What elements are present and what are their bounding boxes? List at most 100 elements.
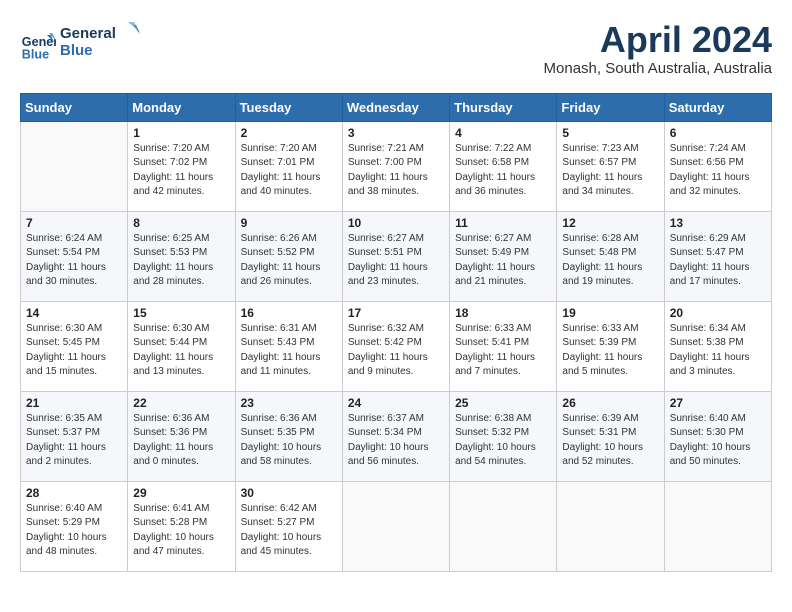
calendar-cell: 10 Sunrise: 6:27 AMSunset: 5:51 PMDayligh… <box>342 211 449 301</box>
calendar-week-row: 14 Sunrise: 6:30 AMSunset: 5:45 PMDayligh… <box>21 301 772 391</box>
location-subtitle: Monash, South Australia, Australia <box>544 60 772 77</box>
day-info: Sunrise: 6:30 AMSunset: 5:45 PMDaylight:… <box>26 322 122 380</box>
calendar-cell <box>450 481 557 571</box>
day-number: 16 <box>241 306 337 320</box>
day-header-tuesday: Tuesday <box>235 93 342 121</box>
day-number: 15 <box>133 306 229 320</box>
calendar-cell: 5Sunrise: 7:23 AMSunset: 6:57 PMDaylight… <box>557 121 664 211</box>
day-header-thursday: Thursday <box>450 93 557 121</box>
day-info: Sunrise: 6:41 AMSunset: 5:28 PMDaylight:… <box>133 502 229 560</box>
calendar-cell: 16 Sunrise: 6:31 AMSunset: 5:43 PMDayligh… <box>235 301 342 391</box>
day-info: Sunrise: 6:29 AMSunset: 5:47 PMDaylight:… <box>670 232 766 290</box>
day-number: 7 <box>26 216 122 230</box>
day-info: Sunrise: 6:37 AMSunset: 5:34 PMDaylight:… <box>348 412 444 470</box>
day-info: Sunrise: 6:33 AMSunset: 5:41 PMDaylight:… <box>455 322 551 380</box>
calendar-cell: 12 Sunrise: 6:28 AMSunset: 5:48 PMDayligh… <box>557 211 664 301</box>
calendar-cell: 2 Sunrise: 7:20 AMSunset: 7:01 PMDaylight… <box>235 121 342 211</box>
calendar-cell: 19 Sunrise: 6:33 AMSunset: 5:39 PMDayligh… <box>557 301 664 391</box>
day-info: Sunrise: 6:38 AMSunset: 5:32 PMDaylight:… <box>455 412 551 470</box>
calendar-cell: 15 Sunrise: 6:30 AMSunset: 5:44 PMDayligh… <box>128 301 235 391</box>
calendar-cell <box>557 481 664 571</box>
day-number: 13 <box>670 216 766 230</box>
day-number: 23 <box>241 396 337 410</box>
day-number: 17 <box>348 306 444 320</box>
day-number: 8 <box>133 216 229 230</box>
day-number: 21 <box>26 396 122 410</box>
day-info: Sunrise: 6:28 AMSunset: 5:48 PMDaylight:… <box>562 232 658 290</box>
day-info: Sunrise: 6:39 AMSunset: 5:31 PMDaylight:… <box>562 412 658 470</box>
day-info: Sunrise: 6:30 AMSunset: 5:44 PMDaylight:… <box>133 322 229 380</box>
day-number: 26 <box>562 396 658 410</box>
calendar-cell <box>342 481 449 571</box>
calendar-cell: 21 Sunrise: 6:35 AMSunset: 5:37 PMDayligh… <box>21 391 128 481</box>
day-info: Sunrise: 6:25 AMSunset: 5:53 PMDaylight:… <box>133 232 229 290</box>
calendar-cell: 25 Sunrise: 6:38 AMSunset: 5:32 PMDayligh… <box>450 391 557 481</box>
day-info: Sunrise: 6:27 AMSunset: 5:51 PMDaylight:… <box>348 232 444 290</box>
logo-svg: General Blue <box>60 20 140 62</box>
day-number: 12 <box>562 216 658 230</box>
calendar-cell: 1Sunrise: 7:20 AMSunset: 7:02 PMDaylight… <box>128 121 235 211</box>
day-number: 14 <box>26 306 122 320</box>
day-number: 5 <box>562 126 658 140</box>
calendar-week-row: 7 Sunrise: 6:24 AMSunset: 5:54 PMDaylight… <box>21 211 772 301</box>
day-number: 27 <box>670 396 766 410</box>
calendar-cell: 4Sunrise: 7:22 AMSunset: 6:58 PMDaylight… <box>450 121 557 211</box>
calendar-cell: 8 Sunrise: 6:25 AMSunset: 5:53 PMDaylight… <box>128 211 235 301</box>
day-number: 18 <box>455 306 551 320</box>
day-info: Sunrise: 7:24 AMSunset: 6:56 PMDaylight:… <box>670 142 766 200</box>
calendar-cell: 22Sunrise: 6:36 AMSunset: 5:36 PMDayligh… <box>128 391 235 481</box>
calendar-cell: 30 Sunrise: 6:42 AMSunset: 5:27 PMDayligh… <box>235 481 342 571</box>
day-info: Sunrise: 6:42 AMSunset: 5:27 PMDaylight:… <box>241 502 337 560</box>
day-number: 6 <box>670 126 766 140</box>
day-number: 2 <box>241 126 337 140</box>
day-number: 19 <box>562 306 658 320</box>
day-number: 24 <box>348 396 444 410</box>
calendar-cell: 26 Sunrise: 6:39 AMSunset: 5:31 PMDayligh… <box>557 391 664 481</box>
calendar-cell: 7 Sunrise: 6:24 AMSunset: 5:54 PMDaylight… <box>21 211 128 301</box>
day-info: Sunrise: 6:36 AMSunset: 5:36 PMDaylight:… <box>133 412 229 470</box>
calendar-cell: 28Sunrise: 6:40 AMSunset: 5:29 PMDayligh… <box>21 481 128 571</box>
logo: General Blue General Blue <box>20 20 140 67</box>
day-info: Sunrise: 6:35 AMSunset: 5:37 PMDaylight:… <box>26 412 122 470</box>
calendar-cell: 18 Sunrise: 6:33 AMSunset: 5:41 PMDayligh… <box>450 301 557 391</box>
day-info: Sunrise: 7:21 AMSunset: 7:00 PMDaylight:… <box>348 142 444 200</box>
month-year-title: April 2024 <box>544 20 772 60</box>
calendar-header-row: SundayMondayTuesdayWednesdayThursdayFrid… <box>21 93 772 121</box>
calendar-cell: 24 Sunrise: 6:37 AMSunset: 5:34 PMDayligh… <box>342 391 449 481</box>
svg-text:Blue: Blue <box>60 42 93 59</box>
day-number: 4 <box>455 126 551 140</box>
calendar-cell: 27 Sunrise: 6:40 AMSunset: 5:30 PMDayligh… <box>664 391 771 481</box>
calendar-table: SundayMondayTuesdayWednesdayThursdayFrid… <box>20 93 772 572</box>
calendar-cell: 11Sunrise: 6:27 AMSunset: 5:49 PMDayligh… <box>450 211 557 301</box>
calendar-cell: 20Sunrise: 6:34 AMSunset: 5:38 PMDayligh… <box>664 301 771 391</box>
logo-icon: General Blue <box>20 26 56 62</box>
title-block: April 2024 Monash, South Australia, Aust… <box>544 20 772 77</box>
day-number: 30 <box>241 486 337 500</box>
day-header-wednesday: Wednesday <box>342 93 449 121</box>
day-info: Sunrise: 7:20 AMSunset: 7:01 PMDaylight:… <box>241 142 337 200</box>
calendar-cell: 14 Sunrise: 6:30 AMSunset: 5:45 PMDayligh… <box>21 301 128 391</box>
day-info: Sunrise: 7:20 AMSunset: 7:02 PMDaylight:… <box>133 142 229 200</box>
calendar-cell: 6 Sunrise: 7:24 AMSunset: 6:56 PMDaylight… <box>664 121 771 211</box>
svg-text:General: General <box>60 25 116 42</box>
calendar-week-row: 1Sunrise: 7:20 AMSunset: 7:02 PMDaylight… <box>21 121 772 211</box>
day-number: 25 <box>455 396 551 410</box>
day-info: Sunrise: 6:24 AMSunset: 5:54 PMDaylight:… <box>26 232 122 290</box>
svg-text:Blue: Blue <box>22 47 49 61</box>
day-info: Sunrise: 6:27 AMSunset: 5:49 PMDaylight:… <box>455 232 551 290</box>
day-number: 10 <box>348 216 444 230</box>
day-info: Sunrise: 6:31 AMSunset: 5:43 PMDaylight:… <box>241 322 337 380</box>
calendar-cell <box>664 481 771 571</box>
calendar-cell: 13 Sunrise: 6:29 AMSunset: 5:47 PMDayligh… <box>664 211 771 301</box>
day-number: 3 <box>348 126 444 140</box>
day-info: Sunrise: 6:34 AMSunset: 5:38 PMDaylight:… <box>670 322 766 380</box>
day-number: 9 <box>241 216 337 230</box>
day-number: 28 <box>26 486 122 500</box>
page-header: General Blue General Blue April 2024 Mon… <box>20 20 772 77</box>
day-info: Sunrise: 6:33 AMSunset: 5:39 PMDaylight:… <box>562 322 658 380</box>
day-info: Sunrise: 6:40 AMSunset: 5:30 PMDaylight:… <box>670 412 766 470</box>
day-number: 29 <box>133 486 229 500</box>
calendar-cell: 9Sunrise: 6:26 AMSunset: 5:52 PMDaylight… <box>235 211 342 301</box>
calendar-week-row: 21 Sunrise: 6:35 AMSunset: 5:37 PMDayligh… <box>21 391 772 481</box>
calendar-cell: 23Sunrise: 6:36 AMSunset: 5:35 PMDayligh… <box>235 391 342 481</box>
